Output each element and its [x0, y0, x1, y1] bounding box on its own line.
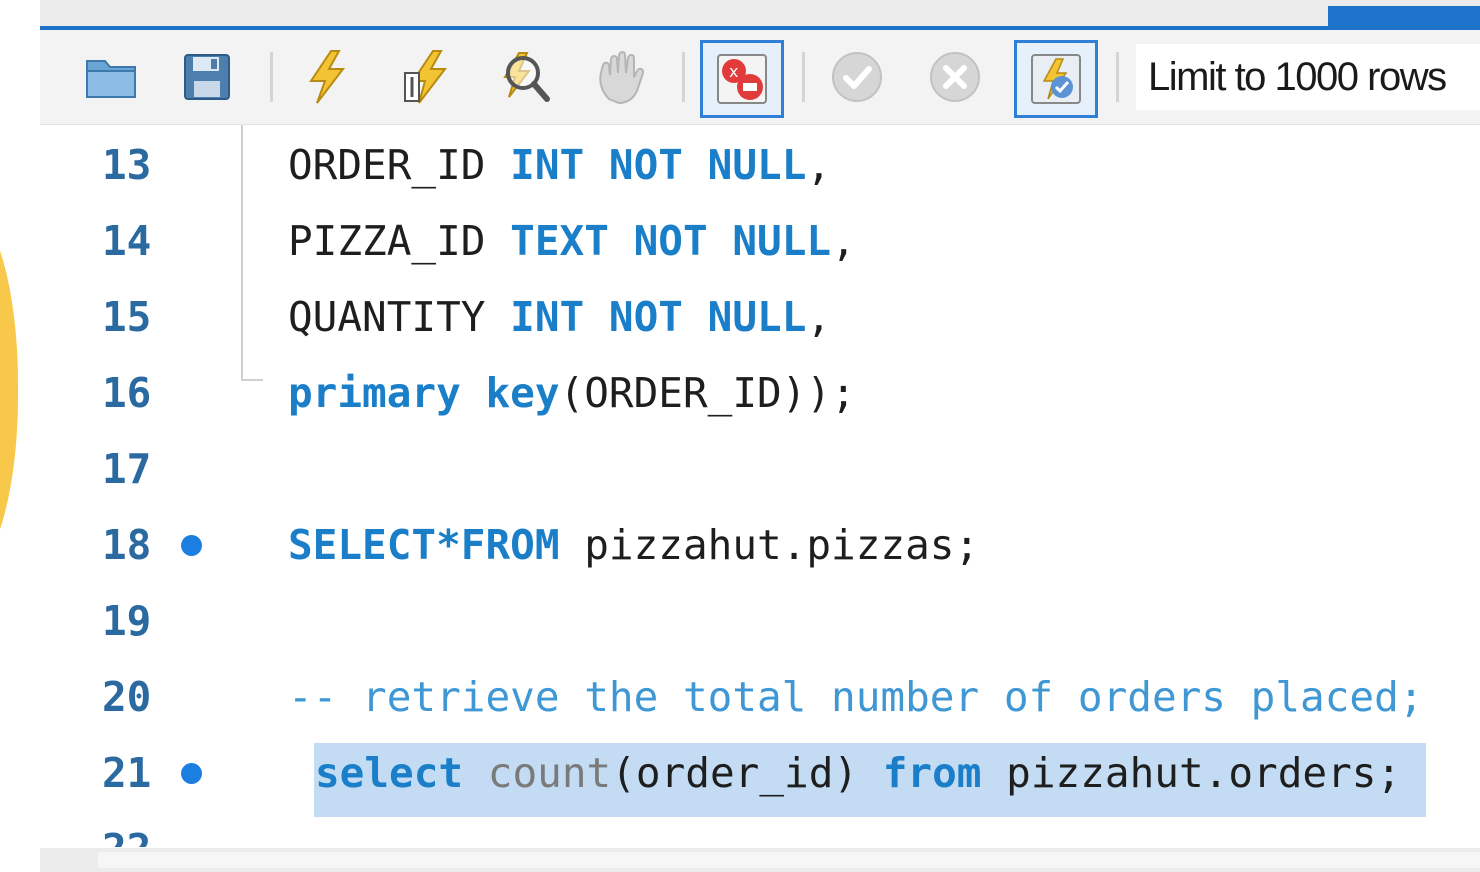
code-text[interactable]: QUANTITY INT NOT NULL,	[288, 279, 831, 355]
execute-icon[interactable]	[292, 42, 362, 112]
line-number: 20	[102, 673, 152, 721]
code-text[interactable]: PIZZA_ID TEXT NOT NULL,	[288, 203, 856, 279]
code-line: 18 SELECT*FROM pizzahut.pizzas;	[40, 507, 1480, 583]
code-line-selected: 21 select count(order_id) from pizzahut.…	[40, 735, 1480, 817]
breakpoint-marker[interactable]	[181, 535, 202, 556]
toolbar-separator	[802, 52, 805, 102]
toolbar-separator	[270, 52, 273, 102]
code-text[interactable]: SELECT*FROM pizzahut.pizzas;	[288, 507, 979, 583]
line-number: 14	[102, 217, 152, 265]
autocommit-icon[interactable]	[1014, 40, 1098, 118]
code-line: 16 primary key(ORDER_ID));	[40, 355, 1480, 431]
active-tab-accent[interactable]	[1328, 6, 1480, 26]
code-line: 17	[40, 431, 1480, 507]
line-number: 15	[102, 293, 152, 341]
breakpoint-marker[interactable]	[181, 763, 202, 784]
toggle-error-stop-icon[interactable]: x	[700, 40, 784, 118]
code-comment[interactable]: -- retrieve the total number of orders p…	[288, 659, 1423, 735]
code-line: 20 -- retrieve the total number of order…	[40, 659, 1480, 735]
code-line: 19	[40, 583, 1480, 659]
line-number: 19	[102, 597, 152, 645]
execute-current-icon[interactable]	[390, 42, 460, 112]
code-text[interactable]: ORDER_ID INT NOT NULL,	[288, 127, 831, 203]
code-line: 22	[40, 811, 1480, 847]
line-number: 16	[102, 369, 152, 417]
row-limit-label: Limit to 1000 rows	[1148, 54, 1447, 99]
line-number: 13	[102, 141, 152, 189]
rollback-icon[interactable]	[920, 42, 990, 112]
sql-editor[interactable]: 13 ORDER_ID INT NOT NULL, 14 PIZZA_ID TE…	[40, 125, 1480, 847]
line-number: 18	[102, 521, 152, 569]
code-text[interactable]: select count(order_id) from pizzahut.ord…	[315, 735, 1401, 811]
stop-icon[interactable]	[586, 42, 656, 112]
toolbar-separator	[682, 52, 685, 102]
background-shape	[0, 200, 18, 580]
line-number: 21	[102, 749, 152, 797]
code-line: 14 PIZZA_ID TEXT NOT NULL,	[40, 203, 1480, 279]
row-limit-select[interactable]: Limit to 1000 rows	[1136, 44, 1480, 110]
code-line: 15 QUANTITY INT NOT NULL,	[40, 279, 1480, 355]
sql-editor-toolbar: x Limit to 1000 rows	[40, 30, 1480, 125]
toolbar-separator	[1116, 52, 1119, 102]
horizontal-scrollbar[interactable]	[40, 848, 1480, 872]
explain-icon[interactable]	[488, 42, 558, 112]
scrollbar-thumb[interactable]	[98, 852, 1480, 868]
commit-icon[interactable]	[822, 42, 892, 112]
save-icon[interactable]	[172, 42, 242, 112]
code-line: 13 ORDER_ID INT NOT NULL,	[40, 127, 1480, 203]
code-text[interactable]: primary key(ORDER_ID));	[288, 355, 856, 431]
line-number: 17	[102, 445, 152, 493]
line-number: 22	[102, 811, 151, 847]
folder-open-icon[interactable]	[76, 42, 146, 112]
window-tab-strip	[40, 0, 1480, 30]
svg-text:x: x	[729, 62, 738, 81]
